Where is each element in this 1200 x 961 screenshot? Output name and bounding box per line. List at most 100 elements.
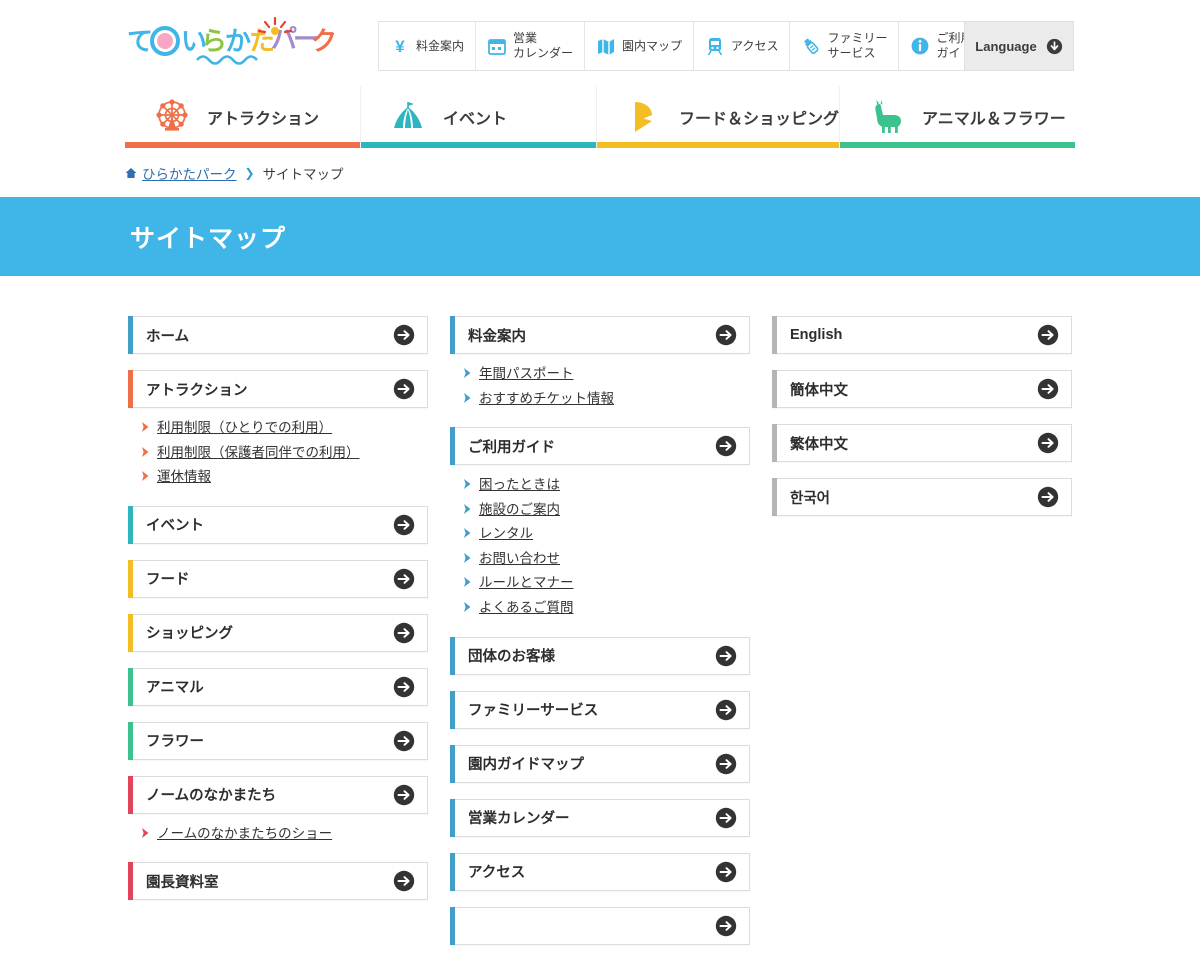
- sitemap-link-box[interactable]: 簡体中文: [772, 370, 1072, 408]
- sitemap-sublink[interactable]: ノームのなかまたちのショー: [157, 824, 332, 844]
- gnav-item-animal-flower[interactable]: アニマル＆フラワー: [839, 86, 1076, 148]
- sitemap-subitem: ノームのなかまたちのショー: [128, 822, 428, 847]
- sitemap-link-box[interactable]: フード: [128, 559, 428, 598]
- sitemap-link-box[interactable]: 한국어: [772, 478, 1072, 516]
- svg-text:ク: ク: [311, 26, 337, 56]
- chevron-right-icon: [142, 422, 149, 432]
- gnav-item-attraction[interactable]: アトラクション: [125, 86, 360, 148]
- sitemap-link-box[interactable]: 団体のお客様: [450, 636, 750, 675]
- arrow-right-circle-icon: [393, 514, 415, 535]
- arrow-right-circle-icon: [393, 784, 415, 805]
- sitemap-sublink[interactable]: おすすめチケット情報: [479, 389, 614, 409]
- accent-bar: [450, 316, 455, 354]
- accent-bar: [128, 370, 133, 408]
- sitemap-link-box[interactable]: ご利用ガイド: [450, 427, 750, 466]
- sitemap-link-box[interactable]: ショッピング: [128, 613, 428, 652]
- arrow-right-circle-icon: [715, 645, 737, 666]
- sitemap-link-label: 団体のお客様: [468, 649, 555, 665]
- sitemap-link-box[interactable]: ファミリーサービス: [450, 690, 750, 729]
- sitemap-sublink[interactable]: 困ったときは: [479, 475, 560, 495]
- sitemap-group: 簡体中文: [772, 370, 1072, 408]
- util-family-service-button[interactable]: ファミリー サービス: [790, 22, 900, 70]
- sitemap-link-box[interactable]: ホーム: [128, 316, 428, 354]
- sitemap-link-box[interactable]: [450, 906, 750, 945]
- arrow-right-circle-icon: [393, 324, 415, 346]
- arrow-right-circle-icon: [1037, 378, 1059, 400]
- sitemap-link-label: ノームのなかまたち: [146, 788, 277, 805]
- sitemap-link-box[interactable]: ノームのなかまたち: [128, 775, 428, 814]
- chevron-right-icon: [142, 827, 149, 838]
- arrow-right-circle-icon: [393, 730, 415, 751]
- breadcrumb: ひらかたパーク ❯ サイトマップ: [125, 163, 344, 183]
- sitemap-link-box[interactable]: 営業カレンダー: [450, 798, 750, 837]
- accent-bar: [772, 370, 777, 408]
- sitemap-group: アトラクション利用制限（ひとりでの利用） 利用制限（保護者同伴での利用） 運休情報: [128, 370, 428, 490]
- gnav-item-event[interactable]: イベント: [360, 86, 596, 148]
- sitemap-subitem: 施設のご案内: [450, 498, 750, 523]
- chevron-right-icon: [464, 479, 471, 490]
- accent-bar: [450, 798, 455, 837]
- sitemap-sublink[interactable]: 運休情報: [157, 467, 211, 487]
- chevron-right-icon: [464, 528, 471, 539]
- sitemap-link-box[interactable]: アニマル: [128, 667, 428, 706]
- sitemap-sublink[interactable]: 利用制限（保護者同伴での利用）: [157, 443, 360, 463]
- sitemap-link-label: ご利用ガイド: [468, 439, 555, 456]
- gnav-item-food-shopping[interactable]: フード＆ショッピング: [596, 86, 840, 148]
- sitemap-link-box[interactable]: 繁体中文: [772, 424, 1072, 462]
- arrow-right-circle-icon: [393, 568, 415, 589]
- sitemap-subitem: おすすめチケット情報: [450, 387, 750, 412]
- arrow-right-circle-icon: [715, 324, 737, 346]
- sitemap-link-label: フラワー: [146, 734, 204, 751]
- sitemap-link-box[interactable]: アトラクション: [128, 370, 428, 408]
- sitemap-sublink[interactable]: 施設のご案内: [479, 500, 560, 520]
- sitemap-sublink[interactable]: 利用制限（ひとりでの利用）: [157, 418, 332, 438]
- util-calendar-label: 営業 カレンダー: [513, 31, 574, 60]
- sitemap-link-box[interactable]: イベント: [128, 505, 428, 544]
- util-parkmap-button[interactable]: 園内マップ: [585, 22, 695, 70]
- sitemap-link-label: 営業カレンダー: [468, 811, 570, 827]
- accent-bar: [450, 852, 455, 891]
- sitemap-link-box[interactable]: アクセス: [450, 852, 750, 891]
- alpaca-icon: [875, 99, 902, 133]
- site-logo[interactable]: て い ら か た パ ー ク: [125, 14, 340, 72]
- arrow-right-circle-icon: [393, 622, 415, 643]
- sitemap-group: 園長資料室: [128, 862, 428, 901]
- util-access-button[interactable]: アクセス: [694, 22, 791, 70]
- sitemap-sublink[interactable]: お問い合わせ: [479, 549, 560, 569]
- sitemap-group: [450, 906, 750, 945]
- sitemap-sublink[interactable]: ルールとマナー: [479, 573, 574, 593]
- sitemap-sublink[interactable]: 年間パスポート: [479, 364, 574, 384]
- breadcrumb-home-link[interactable]: ひらかたパーク: [142, 163, 237, 183]
- accent-bar: [772, 424, 777, 462]
- breadcrumb-current: サイトマップ: [262, 167, 344, 182]
- sitemap-link-label: 園長資料室: [146, 874, 219, 891]
- arrow-right-circle-icon: [715, 435, 737, 457]
- sitemap-link-box[interactable]: 園長資料室: [128, 862, 428, 901]
- sitemap-link-label: イベント: [146, 518, 204, 535]
- accent-bar: [128, 721, 133, 760]
- sitemap-group: フード: [128, 559, 428, 598]
- sitemap-link-box[interactable]: 料金案内: [450, 316, 750, 354]
- util-calendar-button[interactable]: 営業 カレンダー: [476, 22, 586, 70]
- sitemap-group: ショッピング: [128, 613, 428, 652]
- language-button[interactable]: Language: [964, 21, 1074, 71]
- header-utility-nav: ¥ 料金案内 営業 カレンダー 園内マップ アクセス ファミリー サービス ご利…: [378, 21, 985, 71]
- sitemap-sublink[interactable]: レンタル: [479, 524, 533, 544]
- sitemap-subitem: 利用制限（保護者同伴での利用）: [128, 441, 428, 466]
- sitemap-link-box[interactable]: 園内ガイドマップ: [450, 744, 750, 783]
- accent-bar: [128, 775, 133, 814]
- arrow-right-circle-icon: [1037, 486, 1059, 508]
- sitemap-sublink[interactable]: よくあるご質問: [479, 598, 574, 618]
- down-arrow-circle-icon: [1046, 38, 1062, 54]
- arrow-right-circle-icon: [715, 807, 737, 828]
- sitemap-link-box[interactable]: English: [772, 316, 1072, 354]
- accent-bar: [128, 559, 133, 598]
- arrow-right-circle-icon: [393, 871, 415, 892]
- arrow-right-circle-icon: [715, 861, 737, 882]
- gnav-underline-attraction: [125, 142, 360, 148]
- sitemap-group: ご利用ガイド困ったときは 施設のご案内 レンタルお問い合わせ ルールとマナー よくあるご…: [450, 427, 750, 620]
- arrow-right-circle-icon: [1037, 432, 1059, 454]
- util-pricing-button[interactable]: ¥ 料金案内: [379, 22, 477, 70]
- sitemap-link-box[interactable]: フラワー: [128, 721, 428, 760]
- chevron-right-icon: [464, 503, 471, 514]
